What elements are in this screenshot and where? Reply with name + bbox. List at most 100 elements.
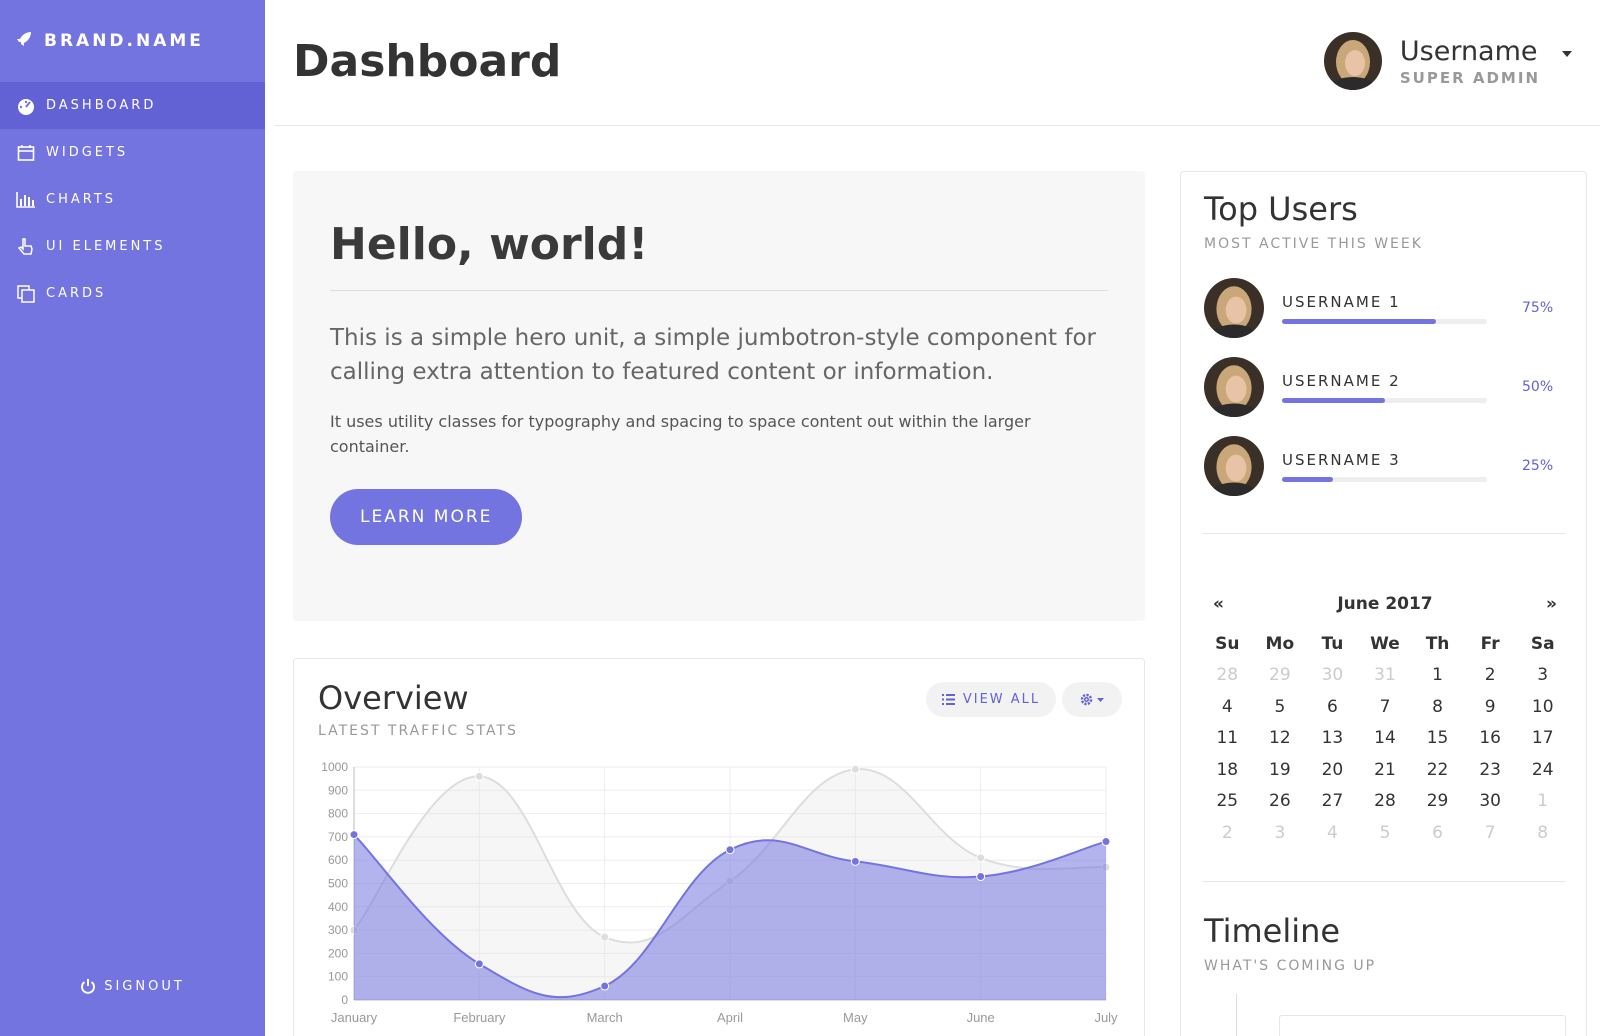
calendar-day[interactable]: 4 <box>1201 691 1254 723</box>
top-users-title: Top Users <box>1204 190 1358 228</box>
calendar-day[interactable]: 18 <box>1201 754 1254 786</box>
calendar-icon <box>16 143 36 163</box>
calendar-day[interactable]: 5 <box>1254 691 1307 723</box>
top-user-row[interactable]: USERNAME 2 50% <box>1204 356 1554 418</box>
calendar-day[interactable]: 26 <box>1254 786 1307 818</box>
y-tick-label: 400 <box>328 900 348 914</box>
top-user-row[interactable]: USERNAME 1 75% <box>1204 277 1554 339</box>
y-tick-label: 1000 <box>321 760 348 774</box>
user-menu[interactable]: Username SUPER ADMIN <box>1323 32 1572 90</box>
x-tick-label: March <box>587 1010 623 1025</box>
calendar-day[interactable]: 31 <box>1359 660 1412 692</box>
sidebar-item-cards[interactable]: CARDS <box>0 270 265 317</box>
learn-more-button[interactable]: LEARN MORE <box>330 489 523 545</box>
calendar-title: June 2017 <box>1337 594 1433 614</box>
calendar-prev-button[interactable]: « <box>1213 594 1224 614</box>
calendar-day[interactable]: 5 <box>1359 817 1412 849</box>
sidebar-item-dashboard[interactable]: DASHBOARD <box>0 82 265 129</box>
calendar-day[interactable]: 28 <box>1359 786 1412 818</box>
progress-fill <box>1282 397 1385 403</box>
calendar-day[interactable]: 16 <box>1464 723 1517 755</box>
data-point <box>474 959 484 969</box>
calendar-day[interactable]: 9 <box>1464 691 1517 723</box>
avatar <box>1204 357 1264 417</box>
sidebar-item-ui-elements[interactable]: UI ELEMENTS <box>0 223 265 270</box>
avatar <box>1204 436 1264 496</box>
calendar-day[interactable]: 14 <box>1359 723 1412 755</box>
calendar-weekday: Fr <box>1480 633 1500 654</box>
calendar-day[interactable]: 6 <box>1306 691 1359 723</box>
calendar-day[interactable]: 2 <box>1201 817 1254 849</box>
calendar-weekday: Tu <box>1321 633 1344 654</box>
calendar-day[interactable]: 6 <box>1411 817 1464 849</box>
calendar-day[interactable]: 10 <box>1516 691 1569 723</box>
calendar-day[interactable]: 15 <box>1411 723 1464 755</box>
caret-down-icon <box>1562 42 1572 61</box>
page-title: Dashboard <box>293 36 562 87</box>
y-tick-label: 0 <box>341 993 348 1007</box>
calendar-day[interactable]: 27 <box>1306 786 1359 818</box>
rocket-icon <box>16 31 44 52</box>
calendar-grid: Su Mo Tu We Th Fr Sa 28 29 30 31 1 2 3 4 5 6 7 8 9 10 11 12 13 1… <box>1201 628 1569 849</box>
calendar-day[interactable]: 22 <box>1411 754 1464 786</box>
calendar-weekday: Sa <box>1530 633 1555 654</box>
view-all-label: VIEW ALL <box>962 692 1041 707</box>
signout-button[interactable]: SIGNOUT <box>0 978 265 994</box>
calendar-day[interactable]: 8 <box>1516 817 1569 849</box>
calendar-day[interactable]: 25 <box>1201 786 1254 818</box>
calendar-day[interactable]: 1 <box>1411 660 1464 692</box>
calendar-day[interactable]: 30 <box>1306 660 1359 692</box>
calendar-day[interactable]: 19 <box>1254 754 1307 786</box>
data-point <box>976 872 986 882</box>
calendar-day[interactable]: 2 <box>1464 660 1517 692</box>
calendar-day[interactable]: 24 <box>1516 754 1569 786</box>
calendar-day[interactable]: 30 <box>1464 786 1517 818</box>
power-icon <box>80 978 96 994</box>
top-header: Dashboard Username SUPER ADMIN <box>275 0 1600 126</box>
calendar-day[interactable]: 17 <box>1516 723 1569 755</box>
calendar-day[interactable]: 20 <box>1306 754 1359 786</box>
sidebar-item-label: UI ELEMENTS <box>46 239 166 254</box>
progress-bar <box>1282 318 1487 324</box>
hero-text: It uses utility classes for typography a… <box>330 412 1031 456</box>
top-user-row[interactable]: USERNAME 3 25% <box>1204 435 1554 497</box>
hero-title: Hello, world! <box>330 219 1108 291</box>
sidebar-item-widgets[interactable]: WIDGETS <box>0 129 265 176</box>
calendar-day[interactable]: 23 <box>1464 754 1517 786</box>
calendar-day[interactable]: 8 <box>1411 691 1464 723</box>
calendar-day[interactable]: 11 <box>1201 723 1254 755</box>
calendar-day[interactable]: 1 <box>1516 786 1569 818</box>
progress-bar <box>1282 397 1487 403</box>
data-point <box>976 853 986 863</box>
calendar-widget: « June 2017 » Su Mo Tu We Th Fr Sa 28 29 30 31 1 2 3 4… <box>1201 590 1569 849</box>
calendar-day[interactable]: 29 <box>1411 786 1464 818</box>
calendar-day[interactable]: 21 <box>1359 754 1412 786</box>
calendar-weekday: Mo <box>1265 633 1295 654</box>
y-tick-label: 700 <box>328 830 348 844</box>
calendar-day[interactable]: 28 <box>1201 660 1254 692</box>
hero-jumbotron: Hello, world! This is a simple hero unit… <box>293 171 1145 621</box>
calendar-day[interactable]: 12 <box>1254 723 1307 755</box>
calendar-day[interactable]: 3 <box>1254 817 1307 849</box>
brand[interactable]: BRAND.NAME <box>0 0 265 82</box>
calendar-day[interactable]: 3 <box>1516 660 1569 692</box>
calendar-day[interactable]: 4 <box>1306 817 1359 849</box>
hand-pointer-icon <box>16 237 36 257</box>
calendar-day[interactable]: 7 <box>1464 817 1517 849</box>
calendar-day[interactable]: 29 <box>1254 660 1307 692</box>
y-tick-label: 200 <box>328 946 348 960</box>
data-point <box>349 830 359 840</box>
calendar-weekday: Th <box>1425 633 1450 654</box>
top-user-percent: 50% <box>1522 379 1554 395</box>
sidebar-item-label: CARDS <box>46 286 107 301</box>
y-tick-label: 500 <box>328 877 348 891</box>
data-point <box>850 856 860 866</box>
sidebar-item-charts[interactable]: CHARTS <box>0 176 265 223</box>
settings-dropdown-button[interactable] <box>1062 682 1122 717</box>
calendar-next-button[interactable]: » <box>1546 594 1557 614</box>
calendar-day[interactable]: 13 <box>1306 723 1359 755</box>
hero-lead: This is a simple hero unit, a simple jum… <box>330 325 1096 385</box>
calendar-day[interactable]: 7 <box>1359 691 1412 723</box>
data-point <box>600 932 610 942</box>
view-all-button[interactable]: VIEW ALL <box>926 682 1056 717</box>
